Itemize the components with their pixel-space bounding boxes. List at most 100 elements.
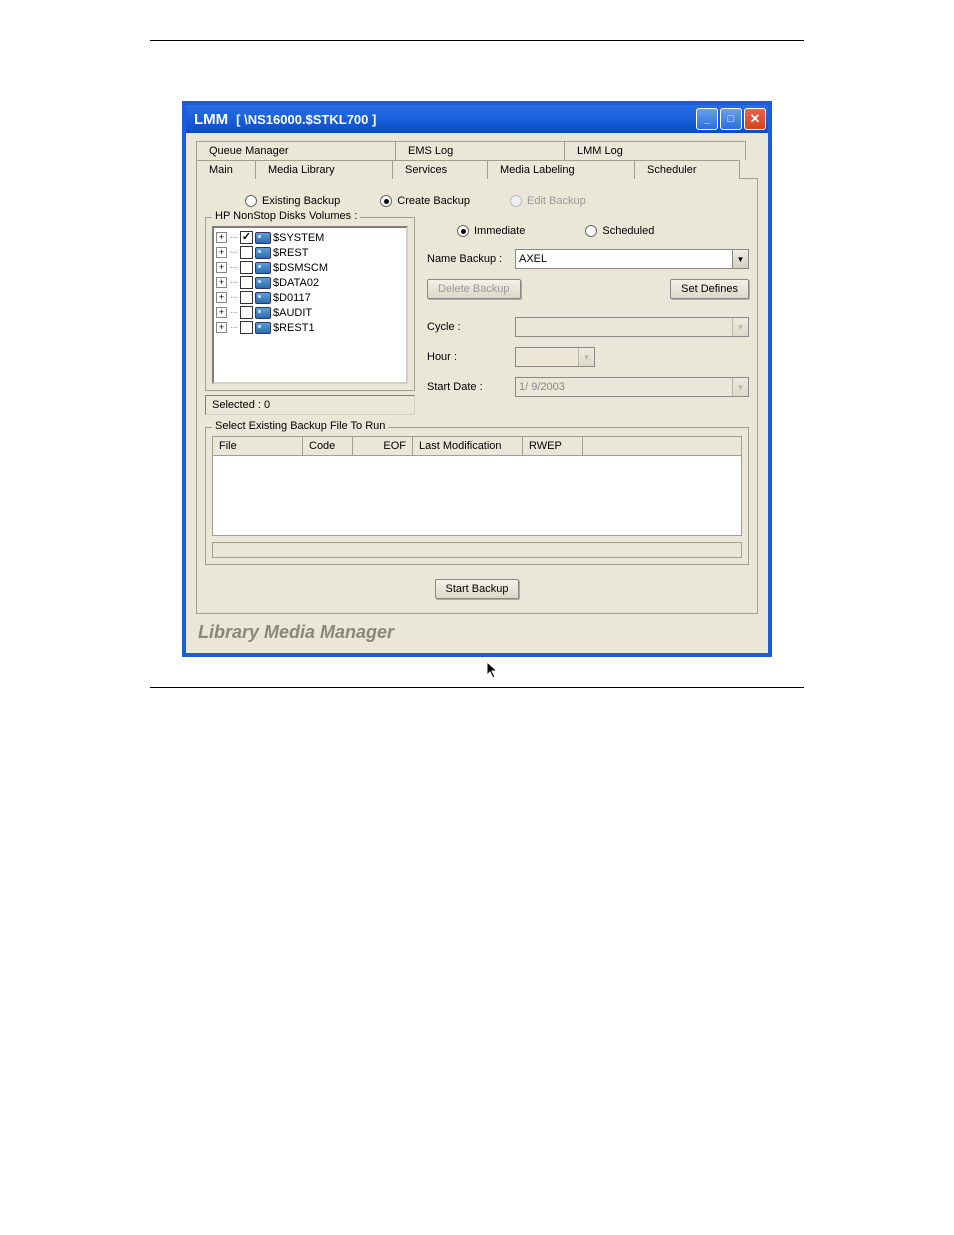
col-last-mod[interactable]: Last Modification (413, 437, 523, 455)
start-backup-button[interactable]: Start Backup (435, 579, 520, 599)
checkbox[interactable] (240, 291, 253, 304)
files-status (212, 542, 742, 558)
expand-icon[interactable]: + (216, 232, 227, 243)
tree-item[interactable]: +··· $D0117 (216, 290, 404, 305)
tree-item[interactable]: +··· $DATA02 (216, 275, 404, 290)
start-date-value: 1/ 9/2003 (519, 381, 565, 393)
col-file[interactable]: File (213, 437, 303, 455)
expand-icon[interactable]: + (216, 307, 227, 318)
tab-services[interactable]: Services (392, 160, 488, 179)
radio-icon (457, 225, 469, 237)
expand-icon[interactable]: + (216, 277, 227, 288)
radio-icon (510, 195, 522, 207)
cycle-label: Cycle : (427, 321, 507, 333)
bottom-rule (150, 687, 804, 688)
maximize-button[interactable]: □ (720, 108, 742, 130)
expand-icon[interactable]: + (216, 247, 227, 258)
tree-item[interactable]: +··· $DSMSCM (216, 260, 404, 275)
expand-icon[interactable]: + (216, 292, 227, 303)
col-eof[interactable]: EOF (353, 437, 413, 455)
volumes-legend: HP NonStop Disks Volumes : (212, 210, 360, 222)
tab-media-library[interactable]: Media Library (255, 160, 393, 179)
files-list[interactable] (212, 456, 742, 536)
checkbox[interactable] (240, 246, 253, 259)
chevron-down-icon: ▼ (732, 318, 748, 336)
tabs-row-1: Queue Manager EMS Log LMM Log (192, 141, 762, 160)
tab-queue-manager[interactable]: Queue Manager (196, 141, 396, 160)
tabs-row-2: Main Media Library Services Media Labeli… (192, 160, 762, 179)
disk-icon (255, 322, 271, 334)
cursor-icon (486, 661, 500, 679)
client-area: Queue Manager EMS Log LMM Log Main Media… (186, 133, 768, 653)
checkbox[interactable] (240, 276, 253, 289)
tree-label: $SYSTEM (273, 232, 324, 244)
name-backup-value: AXEL (519, 253, 547, 265)
tab-main[interactable]: Main (196, 160, 256, 179)
start-date-field: 1/ 9/2003 ▼ (515, 377, 749, 397)
tree-label: $D0117 (273, 292, 311, 304)
radio-icon (585, 225, 597, 237)
tree-item[interactable]: +··· $AUDIT (216, 305, 404, 320)
volumes-tree[interactable]: +··· $SYSTEM +··· (212, 226, 408, 384)
tab-lmm-log[interactable]: LMM Log (564, 141, 746, 160)
tab-media-labeling[interactable]: Media Labeling (487, 160, 635, 179)
disk-icon (255, 262, 271, 274)
tree-label: $DATA02 (273, 277, 319, 289)
disk-icon (255, 307, 271, 319)
radio-label: Immediate (474, 225, 525, 237)
name-backup-label: Name Backup : (427, 253, 507, 265)
titlebar[interactable]: LMM [ \NS16000.$STKL700 ] _ □ ✕ (186, 105, 768, 133)
disk-icon (255, 232, 271, 244)
radio-label: Scheduled (602, 225, 654, 237)
set-defines-button[interactable]: Set Defines (670, 279, 749, 299)
radio-icon (380, 195, 392, 207)
chevron-down-icon[interactable]: ▼ (732, 250, 748, 268)
cycle-combo: ▼ (515, 317, 749, 337)
minimize-button[interactable]: _ (696, 108, 718, 130)
start-date-label: Start Date : (427, 381, 507, 393)
radio-immediate[interactable]: Immediate (457, 225, 525, 237)
radio-existing-backup[interactable]: Existing Backup (245, 195, 340, 207)
window-path: [ \NS16000.$STKL700 ] (236, 112, 376, 127)
radio-scheduled[interactable]: Scheduled (585, 225, 654, 237)
app-name: LMM (194, 111, 228, 128)
selected-count: Selected : 0 (205, 395, 415, 415)
tab-ems-log[interactable]: EMS Log (395, 141, 565, 160)
expand-icon[interactable]: + (216, 262, 227, 273)
top-rule (150, 40, 804, 41)
checkbox[interactable] (240, 231, 253, 244)
schedule-panel: Immediate Scheduled Name Backup : (427, 217, 749, 415)
checkbox[interactable] (240, 306, 253, 319)
col-spacer (583, 437, 741, 455)
radio-icon (245, 195, 257, 207)
chevron-down-icon: ▼ (732, 378, 748, 396)
files-header-row: File Code EOF Last Modification RWEP (212, 436, 742, 456)
volumes-fieldset: HP NonStop Disks Volumes : +··· $SYSTEM (205, 217, 415, 391)
expand-icon[interactable]: + (216, 322, 227, 333)
radio-label: Existing Backup (262, 195, 340, 207)
close-button[interactable]: ✕ (744, 108, 766, 130)
files-legend: Select Existing Backup File To Run (212, 420, 388, 432)
col-rwep[interactable]: RWEP (523, 437, 583, 455)
tree-label: $REST (273, 247, 308, 259)
footer-title: Library Media Manager (192, 614, 762, 647)
chevron-down-icon: ▼ (578, 348, 594, 366)
tree-label: $AUDIT (273, 307, 312, 319)
hour-combo: ▼ (515, 347, 595, 367)
name-backup-combo[interactable]: AXEL ▼ (515, 249, 749, 269)
checkbox[interactable] (240, 261, 253, 274)
tree-item[interactable]: +··· $REST1 (216, 320, 404, 335)
checkbox[interactable] (240, 321, 253, 334)
disk-icon (255, 277, 271, 289)
tab-scheduler[interactable]: Scheduler (634, 160, 740, 179)
scheduler-panel: Existing Backup Create Backup Edit Backu… (196, 178, 758, 614)
delete-backup-button: Delete Backup (427, 279, 521, 299)
disk-icon (255, 292, 271, 304)
col-code[interactable]: Code (303, 437, 353, 455)
radio-edit-backup: Edit Backup (510, 195, 586, 207)
radio-create-backup[interactable]: Create Backup (380, 195, 470, 207)
tree-item[interactable]: +··· $SYSTEM (216, 230, 404, 245)
tree-item[interactable]: +··· $REST (216, 245, 404, 260)
files-fieldset: Select Existing Backup File To Run File … (205, 427, 749, 565)
app-window: LMM [ \NS16000.$STKL700 ] _ □ ✕ Queue Ma… (182, 101, 772, 657)
